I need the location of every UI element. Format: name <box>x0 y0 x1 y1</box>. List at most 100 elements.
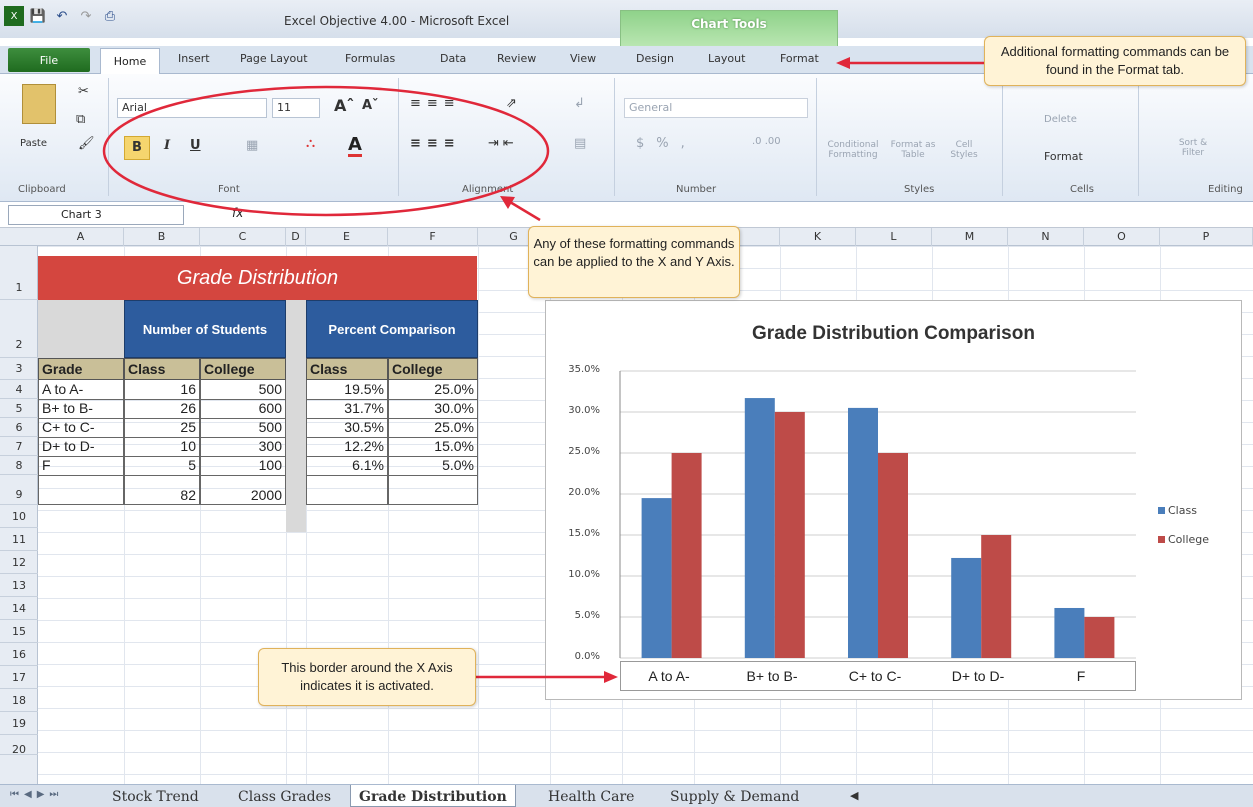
row-header[interactable]: 4 <box>0 380 38 399</box>
row-header[interactable]: 11 <box>0 528 38 551</box>
legend-item-class[interactable]: Class <box>1158 504 1197 517</box>
cell-class[interactable]: 10 <box>124 437 200 457</box>
column-header[interactable]: P <box>1160 228 1253 246</box>
cell-class[interactable]: 5 <box>124 456 200 476</box>
fill-color-icon[interactable]: ⛬ <box>306 136 315 151</box>
tab-insert[interactable]: Insert <box>178 52 210 65</box>
cell-class[interactable]: 16 <box>124 380 200 400</box>
row-header[interactable]: 6 <box>0 418 38 437</box>
row-header[interactable]: 10 <box>0 505 38 528</box>
sheet-tab-health-care[interactable]: Health Care <box>548 789 634 805</box>
save-icon[interactable]: 💾 <box>28 6 48 26</box>
header-percent-comparison[interactable]: Percent Comparison <box>306 300 478 358</box>
decimal-icons[interactable]: .0 .00 <box>752 136 781 147</box>
row-header[interactable]: 12 <box>0 551 38 574</box>
cell-college[interactable]: 500 <box>200 380 286 400</box>
tab-design[interactable]: Design <box>636 52 674 65</box>
underline-button[interactable]: U <box>190 138 201 153</box>
column-header[interactable]: O <box>1084 228 1160 246</box>
embedded-chart[interactable]: Grade Distribution Comparison 35.0% 30.0… <box>545 300 1242 700</box>
cell-college[interactable]: 100 <box>200 456 286 476</box>
header-college[interactable]: College <box>200 358 286 380</box>
header-class[interactable]: Class <box>124 358 200 380</box>
row-header[interactable]: 15 <box>0 620 38 643</box>
redo-icon[interactable]: ↷ <box>76 6 96 26</box>
delete-button[interactable]: Delete <box>1044 114 1077 125</box>
column-header[interactable]: L <box>856 228 932 246</box>
row-header[interactable]: 3 <box>0 358 38 380</box>
orientation-icon[interactable]: ⇗ <box>506 96 517 111</box>
horizontal-scrollbar[interactable]: ◀ <box>850 789 858 802</box>
cell-class[interactable]: 25 <box>124 418 200 438</box>
cell-grade[interactable]: C+ to C- <box>38 418 124 438</box>
column-header[interactable]: D <box>286 228 306 246</box>
cell-grade[interactable]: F <box>38 456 124 476</box>
cell-class-percent[interactable]: 19.5% <box>306 380 388 400</box>
cell-college[interactable]: 300 <box>200 437 286 457</box>
cell-college-total[interactable]: 2000 <box>200 475 286 505</box>
shrink-font-icon[interactable]: Aˇ <box>362 98 379 113</box>
column-header[interactable]: E <box>306 228 388 246</box>
header-number-of-students[interactable]: Number of Students <box>124 300 286 358</box>
format-button[interactable]: Format <box>1044 150 1083 163</box>
font-name-select[interactable]: Arial <box>117 98 267 118</box>
vertical-align-icons[interactable]: ≡≡≡ <box>410 96 461 111</box>
tab-data[interactable]: Data <box>440 52 466 65</box>
cell-college-percent[interactable]: 25.0% <box>388 380 478 400</box>
cut-icon[interactable]: ✂ <box>78 84 89 99</box>
border-icon[interactable]: ▦ <box>246 138 258 153</box>
row-header[interactable]: 1 <box>0 256 38 300</box>
format-as-table-button[interactable]: Format as Table <box>888 140 938 160</box>
number-format-icons[interactable]: $%, <box>636 136 697 151</box>
cell-class-percent[interactable]: 12.2% <box>306 437 388 457</box>
tab-review[interactable]: Review <box>497 52 536 65</box>
copy-icon[interactable]: ⧉ <box>76 112 85 127</box>
cell-grade[interactable]: A to A- <box>38 380 124 400</box>
row-header[interactable]: 19 <box>0 712 38 735</box>
paste-icon[interactable] <box>22 84 56 124</box>
row-header[interactable]: 8 <box>0 456 38 475</box>
cell-grade[interactable]: B+ to B- <box>38 399 124 419</box>
cell-college[interactable]: 600 <box>200 399 286 419</box>
tab-formulas[interactable]: Formulas <box>345 52 395 65</box>
fx-icon[interactable]: fx <box>232 206 243 220</box>
tab-format[interactable]: Format <box>780 52 819 65</box>
italic-button[interactable]: I <box>164 138 170 153</box>
header-grade[interactable]: Grade <box>38 358 124 380</box>
sheet-tab-class-grades[interactable]: Class Grades <box>238 789 331 805</box>
cell-class-percent[interactable]: 30.5% <box>306 418 388 438</box>
column-header[interactable]: B <box>124 228 200 246</box>
name-box[interactable]: Chart 3 <box>8 205 184 225</box>
sort-filter-button[interactable]: Sort & Filter <box>1176 138 1210 158</box>
row-header[interactable]: 16 <box>0 643 38 666</box>
font-size-select[interactable]: 11 <box>272 98 320 118</box>
row-header[interactable]: 14 <box>0 597 38 620</box>
sheet-tab-stock-trend[interactable]: Stock Trend <box>112 789 199 805</box>
column-header[interactable]: M <box>932 228 1008 246</box>
conditional-formatting-button[interactable]: Conditional Formatting <box>826 140 880 160</box>
row-header[interactable]: 9 <box>0 475 38 505</box>
sheet-tab-grade-distribution[interactable]: Grade Distribution <box>350 785 516 807</box>
sheet-title-cell[interactable]: Grade Distribution <box>38 256 477 300</box>
cell-college[interactable]: 500 <box>200 418 286 438</box>
row-header[interactable]: 20 <box>0 735 38 756</box>
cell-class-percent[interactable]: 6.1% <box>306 456 388 476</box>
format-painter-icon[interactable]: 🖌 <box>78 136 95 151</box>
legend-item-college[interactable]: College <box>1158 533 1209 546</box>
cell-grade[interactable]: D+ to D- <box>38 437 124 457</box>
cell-class-total[interactable]: 82 <box>124 475 200 505</box>
number-format-select[interactable]: General <box>624 98 808 118</box>
row-header[interactable]: 18 <box>0 689 38 712</box>
merge-center-icon[interactable]: ▤ <box>574 136 586 151</box>
paste-button[interactable]: Paste <box>20 138 47 149</box>
tab-layout[interactable]: Layout <box>708 52 745 65</box>
cell-college-percent[interactable]: 15.0% <box>388 437 478 457</box>
cell-blank[interactable] <box>388 475 478 505</box>
cell-styles-button[interactable]: Cell Styles <box>944 140 984 160</box>
font-color-icon[interactable]: A <box>348 136 362 157</box>
tab-file[interactable]: File <box>8 48 90 72</box>
cell-college-percent[interactable]: 30.0% <box>388 399 478 419</box>
column-header[interactable]: C <box>200 228 286 246</box>
row-header[interactable]: 2 <box>0 300 38 358</box>
bold-button[interactable]: B <box>124 136 150 160</box>
